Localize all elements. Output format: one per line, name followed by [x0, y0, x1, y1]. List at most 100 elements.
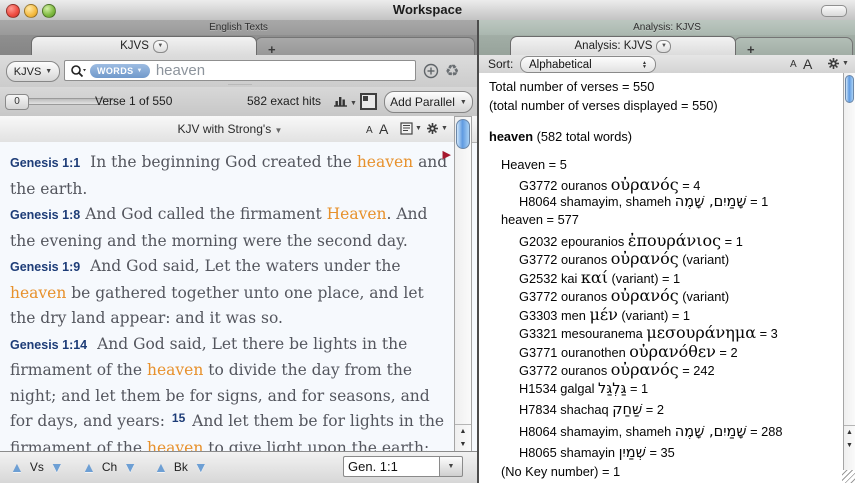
gear-icon[interactable]: ▼ [827, 57, 849, 70]
analysis-line: G3772 ouranos οὐρανός (variant) [489, 249, 844, 268]
verse-ref[interactable]: Genesis 1:14 [10, 338, 87, 352]
add-parallel-button[interactable]: Add Parallel ▼ [384, 91, 473, 113]
recycle-search-icon[interactable]: ♻ [445, 61, 459, 81]
search-row: KJVS ▼ WORDS ▼ heaven [0, 55, 477, 88]
analysis-line: Heaven = 5 [489, 157, 844, 176]
analysis-pane: Analysis: KJVS + Analysis: KJVS ▼ Sort: … [479, 20, 855, 483]
analysis-line: G3772 ouranos οὐρανός (variant) [489, 286, 844, 305]
current-verse-marker-icon: ▶ [443, 148, 451, 161]
scroll-down-icon: ▼ [460, 438, 467, 451]
analysis-line: G3303 men μέν (variant) = 1 [489, 305, 844, 324]
analysis-line: heaven = 577 [489, 212, 844, 231]
right-group-label: Analysis: KJVS [479, 20, 855, 35]
scope-token-label: WORDS [97, 66, 134, 76]
workspace-window: Workspace English Texts + KJVS ▼ KJVS ▼ [0, 0, 855, 483]
toolbar-toggle-button[interactable] [821, 5, 847, 17]
verse-ref[interactable]: Genesis 1:1 [10, 156, 80, 170]
search-scope-token[interactable]: WORDS ▼ [90, 64, 150, 78]
tab-analysis-label: Analysis: KJVS [575, 40, 653, 52]
reference-dropdown-button[interactable]: ▼ [439, 456, 463, 477]
analysis-list[interactable]: Total number of verses = 550 (total numb… [479, 73, 844, 483]
slider-knob[interactable]: 0 [5, 94, 29, 110]
analysis-line: heaven (582 total words) [489, 129, 844, 148]
title-bar[interactable]: Workspace [0, 0, 855, 21]
right-scrollbar[interactable]: ▲▼ [843, 73, 855, 483]
verse: Genesis 1:1 In the beginning God created… [10, 150, 449, 202]
analysis-line: H1534 galgal גַּלְגַּל = 1 [489, 381, 844, 400]
add-parallel-label: Add Parallel [390, 95, 455, 109]
scroll-down-icon: ▼ [846, 439, 853, 452]
tab-dropdown-icon[interactable]: ▼ [153, 40, 168, 53]
verse-ref[interactable]: Genesis 1:9 [10, 260, 80, 274]
scroll-up-icon: ▲ [846, 426, 853, 439]
decrease-font-button[interactable]: A [366, 125, 373, 136]
chapter-down-button[interactable]: ▼ [123, 459, 137, 475]
version-label: KJVS [14, 66, 42, 78]
resize-grip-icon[interactable] [842, 470, 855, 483]
right-tab-bar: + Analysis: KJVS ▼ [479, 35, 855, 55]
bk-label: Bk [174, 460, 188, 474]
hits-graph-icon[interactable]: ▼ [333, 93, 357, 107]
left-tab-bar: + KJVS ▼ [0, 35, 477, 55]
chevron-down-icon: ▼ [460, 99, 467, 106]
verse-down-button[interactable]: ▼ [50, 459, 64, 475]
chapter-up-button[interactable]: ▲ [82, 459, 96, 475]
decrease-font-button[interactable]: A [790, 59, 797, 70]
window-title: Workspace [0, 2, 855, 17]
gear-icon[interactable]: ▼ [426, 122, 448, 135]
text-pane: English Texts + KJVS ▼ KJVS ▼ [0, 20, 479, 483]
ch-label: Ch [102, 460, 117, 474]
tab-kjvs[interactable]: KJVS ▼ [31, 36, 257, 55]
text-version-menu[interactable]: KJV with Strong's ▼ [0, 122, 460, 136]
verse-count-label: Verse 1 of 550 [95, 94, 172, 108]
left-scrollbar[interactable]: ▲▼ [454, 116, 472, 452]
analysis-line: G3772 ouranos οὐρανός = 242 [489, 360, 844, 379]
right-scroll-arrows[interactable]: ▲▼ [844, 425, 855, 452]
search-icon[interactable] [70, 64, 86, 78]
sort-label: Sort: [488, 57, 513, 71]
sort-select[interactable]: Alphabetical ▲▼ [520, 56, 656, 73]
increase-font-button[interactable]: A [379, 121, 388, 137]
verse-ref[interactable]: Genesis 1:8 [10, 208, 80, 222]
verse-up-button[interactable]: ▲ [10, 459, 24, 475]
analysis-line: G3771 ouranothen οὐρανόθεν = 2 [489, 342, 844, 361]
verse: Genesis 1:8And God called the firmament … [10, 202, 449, 254]
info-row: 0 Verse 1 of 550 582 exact hits ▼ Add Pa… [0, 87, 477, 117]
analysis-line: (total number of verses displayed = 550) [489, 98, 844, 117]
book-down-button[interactable]: ▼ [194, 459, 208, 475]
left-scroll-arrows[interactable]: ▲▼ [455, 424, 471, 451]
analysis-line: (No Key number) = 1 [489, 464, 844, 483]
analysis-line: G2032 epouranios ἐπουράνιος = 1 [489, 231, 844, 250]
vs-label: Vs [30, 460, 44, 474]
verse: Genesis 1:14 And God said, Let there be … [10, 332, 449, 453]
left-new-tab[interactable]: + [255, 37, 475, 55]
analysis-line: G3772 ouranos οὐρανός = 4 [489, 175, 844, 194]
search-input[interactable]: WORDS ▼ heaven [64, 60, 416, 81]
display-settings-icon[interactable]: ▼ [400, 122, 422, 135]
sort-bar: Sort: Alphabetical ▲▼ A A ▼ [479, 55, 855, 74]
right-scroll-thumb[interactable] [845, 75, 854, 103]
hits-label: 582 exact hits [247, 94, 321, 108]
details-workspace-icon[interactable] [360, 93, 377, 110]
sort-value: Alphabetical [529, 59, 592, 71]
book-up-button[interactable]: ▲ [154, 459, 168, 475]
popup-arrows-icon: ▲▼ [642, 61, 647, 69]
increase-font-button[interactable]: A [803, 56, 812, 72]
right-new-tab[interactable]: + [734, 37, 853, 55]
search-query-text: heaven [156, 62, 205, 79]
version-select-button[interactable]: KJVS ▼ [6, 61, 60, 82]
go-to-reference-combo[interactable]: Gen. 1:1 ▼ [343, 456, 463, 477]
chevron-down-icon: ▼ [350, 100, 357, 107]
analysis-line: H8064 shamayim, shameh שָׁמַיִם, שָׁמֶה … [489, 194, 844, 213]
left-scroll-thumb[interactable] [456, 119, 470, 149]
verse-list[interactable]: Genesis 1:1 In the beginning God created… [0, 142, 455, 452]
add-search-item-icon[interactable] [423, 63, 439, 79]
text-pane-header: KJV with Strong's ▼ A A ▼ [0, 116, 477, 143]
reference-input[interactable]: Gen. 1:1 [343, 456, 439, 477]
analysis-line: G3321 mesouranema μεσουράνημα = 3 [489, 323, 844, 342]
tab-kjvs-label: KJVS [120, 40, 149, 52]
tab-analysis-kjvs[interactable]: Analysis: KJVS ▼ [510, 36, 736, 55]
tab-dropdown-icon[interactable]: ▼ [656, 40, 671, 53]
scroll-up-icon: ▲ [460, 425, 467, 438]
analysis-line: G2532 kai καί (variant) = 1 [489, 268, 844, 287]
